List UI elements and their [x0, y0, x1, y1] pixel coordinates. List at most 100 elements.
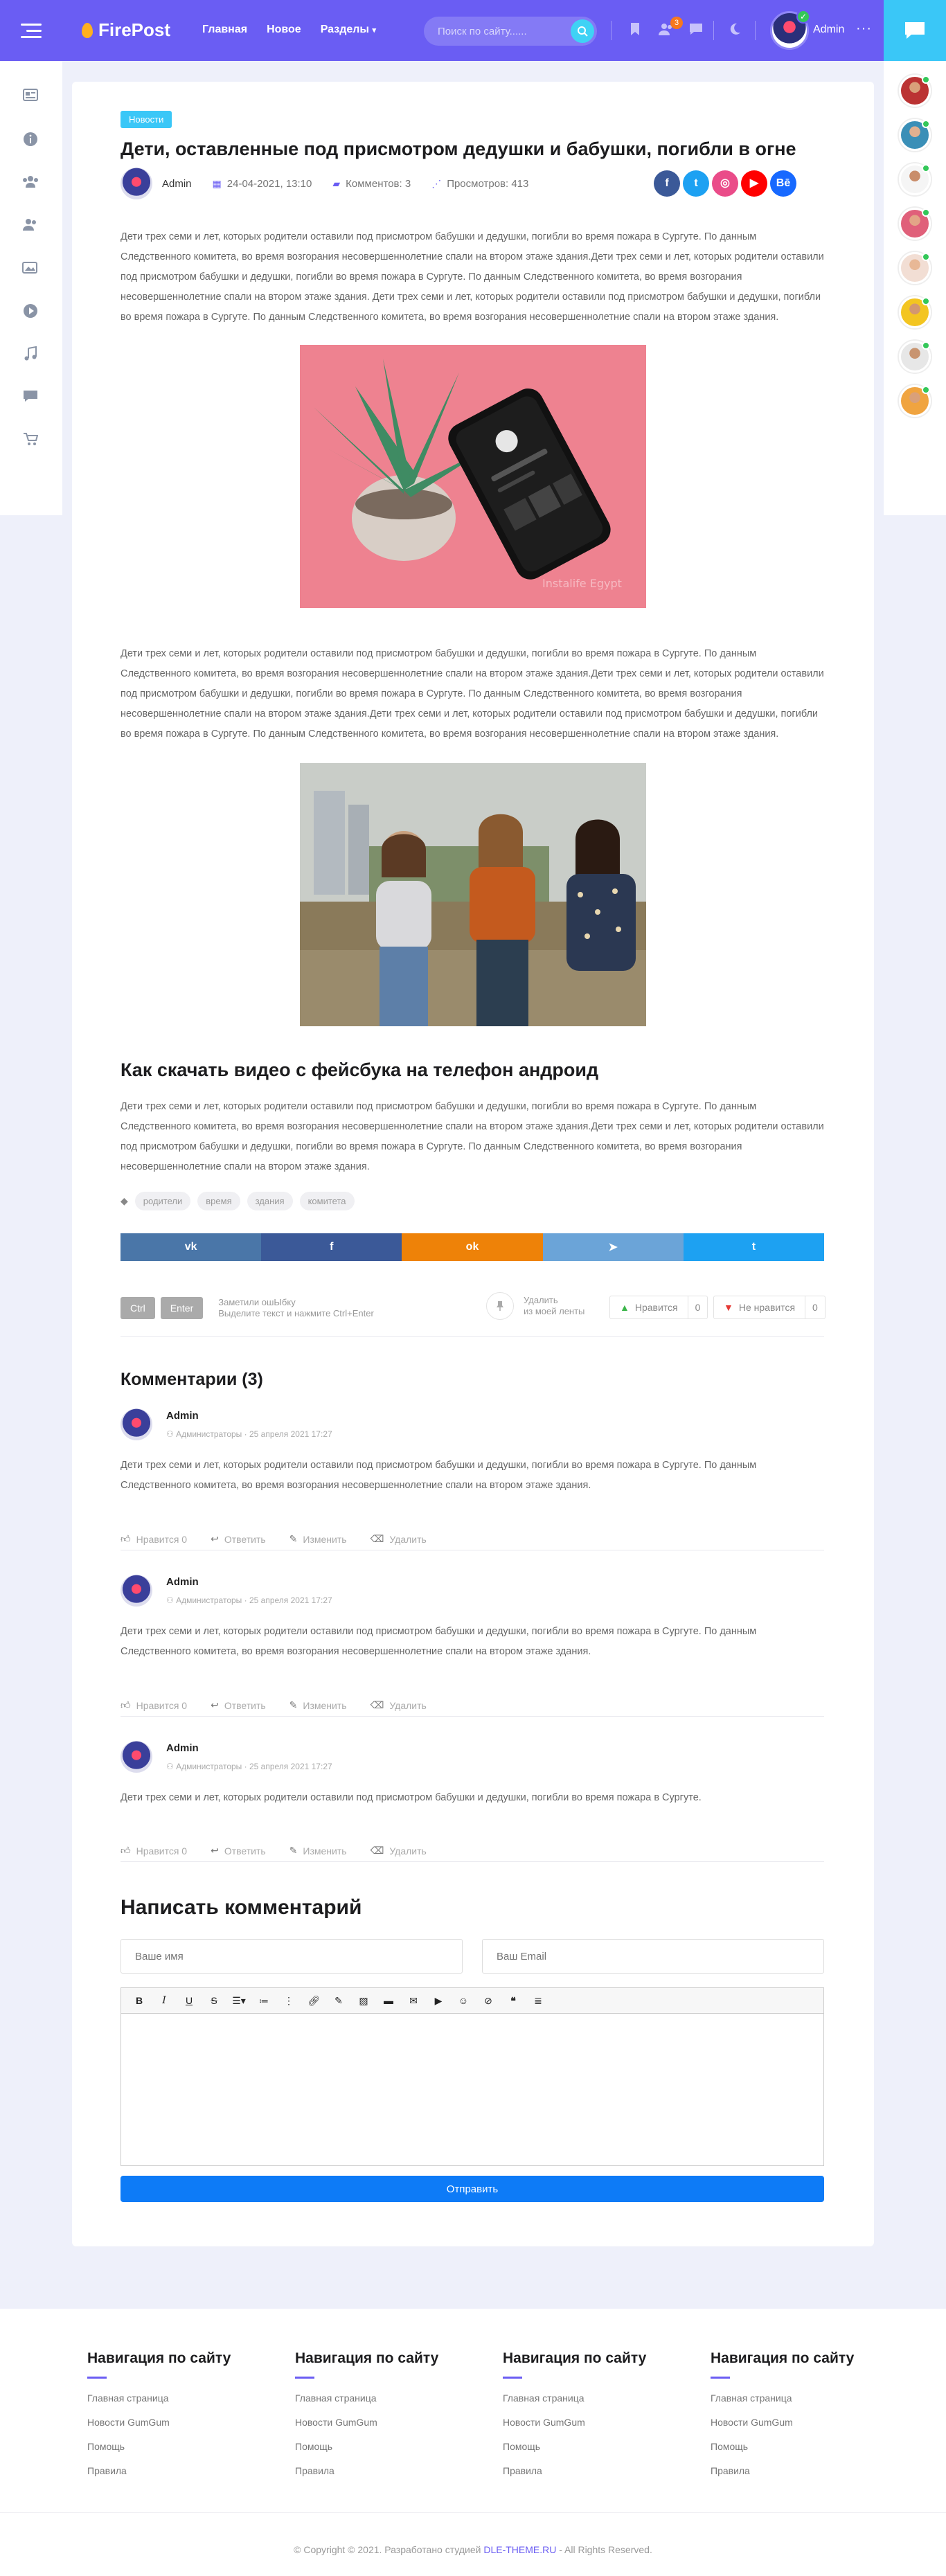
comment-delete[interactable]: ⌫ Удалить [371, 1699, 427, 1711]
tag-item[interactable]: комитета [299, 1192, 355, 1210]
comment-like[interactable]: 👍︎ Нравится 0 [121, 1533, 187, 1545]
footer-link[interactable]: Помощь [87, 2441, 267, 2452]
newspaper-icon[interactable] [21, 89, 40, 105]
avatar[interactable] [899, 296, 931, 328]
comment-reply[interactable]: ↩ Ответить [211, 1533, 266, 1545]
footer-link[interactable]: Правила [503, 2465, 683, 2476]
footer-link[interactable]: Главная страница [87, 2392, 267, 2404]
author-name[interactable]: Admin [162, 178, 192, 190]
users-icon[interactable] [21, 217, 40, 234]
underline-icon[interactable]: U [178, 1991, 200, 2010]
comment-edit[interactable]: ✎ Изменить [289, 1699, 347, 1711]
avatar[interactable] [899, 75, 931, 107]
comment-edit[interactable]: ✎ Изменить [289, 1845, 347, 1857]
folder-icon[interactable]: ▬ [377, 1991, 400, 2010]
comment-author[interactable]: Admin [166, 1410, 199, 1422]
chat-button[interactable] [884, 0, 946, 61]
footer-link[interactable]: Главная страница [711, 2392, 891, 2404]
align-icon[interactable]: ☰▾ [228, 1991, 250, 2010]
footer-link[interactable]: Новости GumGum [295, 2417, 475, 2428]
behance-share-icon[interactable]: Bē [770, 170, 796, 197]
more-icon[interactable]: ··· [856, 21, 872, 37]
studio-link[interactable]: DLE-THEME.RU [483, 2544, 556, 2555]
avatar[interactable] [121, 1741, 152, 1773]
mail-icon[interactable]: ✉ [402, 1991, 425, 2010]
footer-link[interactable]: Помощь [503, 2441, 683, 2452]
dribbble-share-icon[interactable]: ◎ [712, 170, 738, 197]
comment-like[interactable]: 👍︎ Нравится 0 [121, 1845, 187, 1857]
hide-icon[interactable]: ⊘ [477, 1991, 499, 2010]
images-icon[interactable] [21, 260, 40, 277]
bold-icon[interactable]: B [128, 1991, 150, 2010]
nav-sections[interactable]: Разделы ▾ [321, 24, 376, 36]
avatar[interactable] [121, 1575, 152, 1607]
facebook-share-button[interactable]: f [261, 1233, 402, 1261]
footer-link[interactable]: Новости GumGum [87, 2417, 267, 2428]
search-input[interactable] [438, 25, 562, 37]
comment-reply[interactable]: ↩ Ответить [211, 1845, 266, 1857]
avatar[interactable] [121, 168, 152, 199]
dislike-button[interactable]: ▼ Не нравится 0 [713, 1296, 825, 1319]
avatar[interactable] [899, 341, 931, 373]
like-button[interactable]: ▲ Нравится 0 [609, 1296, 708, 1319]
footer-link[interactable]: Правила [87, 2465, 267, 2476]
comment-author[interactable]: Admin [166, 1576, 199, 1588]
footer-link[interactable]: Главная страница [295, 2392, 475, 2404]
chat-bubble-icon[interactable] [688, 22, 704, 37]
play-icon[interactable] [21, 303, 40, 320]
footer-link[interactable]: Правила [295, 2465, 475, 2476]
comment-delete[interactable]: ⌫ Удалить [371, 1533, 427, 1545]
ordered-list-icon[interactable]: ≔ [253, 1991, 275, 2010]
bookmark-icon[interactable] [627, 22, 643, 37]
avatar[interactable] [899, 119, 931, 151]
email-field[interactable] [482, 1939, 824, 1974]
italic-icon[interactable]: I [153, 1991, 175, 2010]
bullet-list-icon[interactable]: ⋮ [278, 1991, 300, 2010]
facebook-share-icon[interactable]: f [654, 170, 680, 197]
smile-icon[interactable]: ☺ [452, 1991, 474, 2010]
youtube-share-icon[interactable]: ▶ [741, 170, 767, 197]
telegram-share-button[interactable]: ➤ [542, 1233, 684, 1261]
submit-button[interactable]: Отправить [121, 2176, 824, 2202]
vk-share-button[interactable]: vk [121, 1233, 262, 1261]
tag-item[interactable]: родители [134, 1192, 191, 1210]
quote-icon[interactable]: ❝ [502, 1991, 524, 2010]
info-icon[interactable] [21, 132, 40, 148]
paragraph-icon[interactable]: ≣ [527, 1991, 549, 2010]
comment-like[interactable]: 👍︎ Нравится 0 [121, 1699, 187, 1711]
comment-editor[interactable] [121, 2014, 824, 2166]
avatar[interactable] [121, 1408, 152, 1440]
image-icon[interactable]: ▨ [352, 1991, 375, 2010]
nav-home[interactable]: Главная [202, 24, 247, 36]
tag-item[interactable]: здания [247, 1192, 293, 1210]
odnoklassniki-share-button[interactable]: ok [402, 1233, 543, 1261]
comment-delete[interactable]: ⌫ Удалить [371, 1845, 427, 1857]
footer-link[interactable]: Новости GumGum [503, 2417, 683, 2428]
comment-edit[interactable]: ✎ Изменить [289, 1533, 347, 1545]
comment-reply[interactable]: ↩ Ответить [211, 1699, 266, 1711]
search-button[interactable] [571, 19, 594, 43]
nav-new[interactable]: Новое [267, 24, 301, 36]
music-icon[interactable] [21, 346, 40, 363]
footer-link[interactable]: Главная страница [503, 2392, 683, 2404]
youtube-icon[interactable]: ▶ [427, 1991, 449, 2010]
avatar[interactable] [899, 208, 931, 240]
moon-icon[interactable] [727, 22, 742, 37]
logo[interactable]: FirePost [82, 19, 170, 41]
remove-from-feed[interactable]: Удалить из моей ленты [486, 1292, 584, 1320]
twitter-share-button[interactable]: t [683, 1233, 825, 1261]
menu-icon[interactable] [0, 0, 62, 61]
twitter-share-icon[interactable]: t [683, 170, 709, 197]
footer-link[interactable]: Правила [711, 2465, 891, 2476]
avatar[interactable] [899, 385, 931, 417]
strikethrough-icon[interactable]: S [203, 1991, 225, 2010]
user-name[interactable]: Admin [813, 24, 844, 36]
category-tag[interactable]: Новости [121, 111, 172, 128]
cart-icon[interactable] [21, 432, 40, 449]
wrench-icon[interactable]: ✎ [328, 1991, 350, 2010]
comment-author[interactable]: Admin [166, 1742, 199, 1754]
avatar[interactable] [899, 163, 931, 195]
avatar[interactable] [899, 252, 931, 284]
link-icon[interactable]: 🔗︎ [303, 1991, 325, 2010]
name-field[interactable] [121, 1939, 463, 1974]
